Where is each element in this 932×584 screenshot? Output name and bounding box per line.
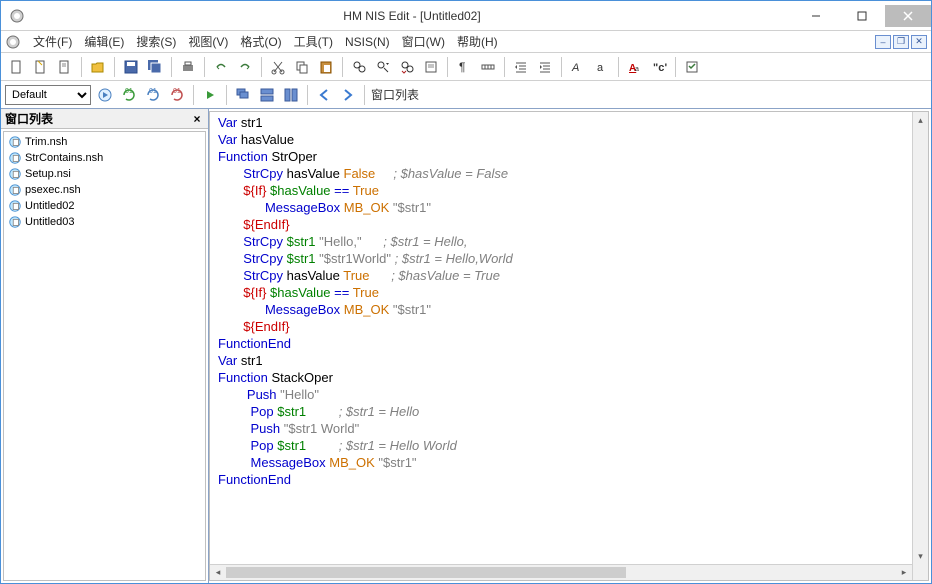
quote-button[interactable]: "c"	[648, 56, 670, 78]
tile-horizontal-button[interactable]	[256, 84, 278, 106]
minimize-button[interactable]	[793, 5, 839, 27]
compile-button[interactable]	[94, 84, 116, 106]
cascade-button[interactable]	[232, 84, 254, 106]
find-next-button[interactable]	[372, 56, 394, 78]
scroll-down-icon[interactable]: ▾	[913, 548, 928, 564]
run-button[interactable]: 01	[142, 84, 164, 106]
redo-button[interactable]	[234, 56, 256, 78]
menu-item-7[interactable]: 窗口(W)	[396, 33, 451, 51]
mdi-restore-button[interactable]: ❐	[893, 35, 909, 49]
undo-button[interactable]	[210, 56, 232, 78]
svg-text:01: 01	[173, 88, 181, 95]
mdi-close-button[interactable]: ✕	[911, 35, 927, 49]
list-item[interactable]: Trim.nsh	[4, 134, 205, 150]
app-icon	[9, 8, 25, 24]
close-button[interactable]	[885, 5, 931, 27]
list-item[interactable]: Setup.nsi	[4, 166, 205, 182]
new-wizard-button[interactable]	[30, 56, 52, 78]
font-button[interactable]: Aa	[624, 56, 646, 78]
svg-text:01: 01	[149, 88, 157, 95]
menubar: 文件(F)编辑(E)搜索(S)视图(V)格式(O)工具(T)NSIS(N)窗口(…	[1, 31, 931, 53]
compile-run-button[interactable]: 01	[118, 84, 140, 106]
titlebar: HM NIS Edit - [Untitled02]	[1, 1, 931, 31]
svg-text:01: 01	[125, 88, 133, 95]
app-icon-small	[5, 34, 21, 50]
lowercase-button[interactable]: a	[591, 56, 613, 78]
save-all-button[interactable]	[144, 56, 166, 78]
code-content[interactable]: Var str1Var hasValueFunction StrOper Str…	[210, 112, 928, 580]
svg-text:a: a	[597, 62, 604, 74]
maximize-button[interactable]	[839, 5, 885, 27]
new-template-button[interactable]	[54, 56, 76, 78]
print-button[interactable]	[177, 56, 199, 78]
menu-item-8[interactable]: 帮助(H)	[451, 33, 504, 51]
scroll-right-icon[interactable]: ▸	[896, 565, 912, 580]
sidebar: 窗口列表 × Trim.nshStrContains.nshSetup.nsip…	[1, 109, 209, 583]
menu-item-6[interactable]: NSIS(N)	[339, 33, 396, 51]
menu-item-5[interactable]: 工具(T)	[288, 33, 339, 51]
uppercase-button[interactable]: A	[567, 56, 589, 78]
pilcrow-button[interactable]: ¶	[453, 56, 475, 78]
outdent-button[interactable]	[534, 56, 556, 78]
list-item[interactable]: Untitled02	[4, 198, 205, 214]
goto-button[interactable]	[420, 56, 442, 78]
horizontal-scrollbar[interactable]: ◂ ▸	[210, 564, 912, 580]
menu-item-2[interactable]: 搜索(S)	[130, 33, 182, 51]
next-window-button[interactable]	[337, 84, 359, 106]
list-item[interactable]: psexec.nsh	[4, 182, 205, 198]
save-button[interactable]	[120, 56, 142, 78]
toolbar-secondary: Default 01 01 01 窗口列表	[1, 81, 931, 109]
indent-button[interactable]	[510, 56, 532, 78]
menu-item-4[interactable]: 格式(O)	[234, 33, 287, 51]
options-button[interactable]	[681, 56, 703, 78]
stop-button[interactable]: 01	[166, 84, 188, 106]
window-title: HM NIS Edit - [Untitled02]	[31, 9, 793, 23]
sidebar-title: 窗口列表	[5, 110, 53, 127]
list-item[interactable]: StrContains.nsh	[4, 150, 205, 166]
menu-item-0[interactable]: 文件(F)	[27, 33, 78, 51]
svg-text:¶: ¶	[459, 60, 465, 74]
svg-text:a: a	[635, 66, 639, 73]
paste-button[interactable]	[315, 56, 337, 78]
main-area: 窗口列表 × Trim.nshStrContains.nshSetup.nsip…	[1, 109, 931, 583]
scroll-left-icon[interactable]: ◂	[210, 565, 226, 580]
sidebar-close-button[interactable]: ×	[190, 112, 204, 126]
window-list-label: 窗口列表	[371, 86, 419, 103]
menu-item-3[interactable]: 视图(V)	[182, 33, 234, 51]
list-item[interactable]: Untitled03	[4, 214, 205, 230]
open-button[interactable]	[87, 56, 109, 78]
mdi-minimize-button[interactable]: –	[875, 35, 891, 49]
vertical-scrollbar[interactable]: ▴ ▾	[912, 112, 928, 580]
cut-button[interactable]	[267, 56, 289, 78]
run-exe-button[interactable]	[199, 84, 221, 106]
toolbar-main: ¶ A a Aa "c"	[1, 53, 931, 81]
copy-button[interactable]	[291, 56, 313, 78]
scroll-thumb[interactable]	[226, 567, 626, 578]
prev-window-button[interactable]	[313, 84, 335, 106]
window-list[interactable]: Trim.nshStrContains.nshSetup.nsipsexec.n…	[3, 131, 206, 581]
svg-text:"c": "c"	[653, 62, 667, 74]
new-file-button[interactable]	[6, 56, 28, 78]
find-button[interactable]	[348, 56, 370, 78]
svg-text:A: A	[571, 62, 579, 74]
tile-vertical-button[interactable]	[280, 84, 302, 106]
sidebar-header: 窗口列表 ×	[1, 109, 208, 129]
ruler-button[interactable]	[477, 56, 499, 78]
code-editor[interactable]: Var str1Var hasValueFunction StrOper Str…	[209, 111, 929, 581]
profile-combo[interactable]: Default	[5, 85, 91, 105]
replace-button[interactable]	[396, 56, 418, 78]
menu-item-1[interactable]: 编辑(E)	[78, 33, 130, 51]
scroll-up-icon[interactable]: ▴	[913, 112, 928, 128]
